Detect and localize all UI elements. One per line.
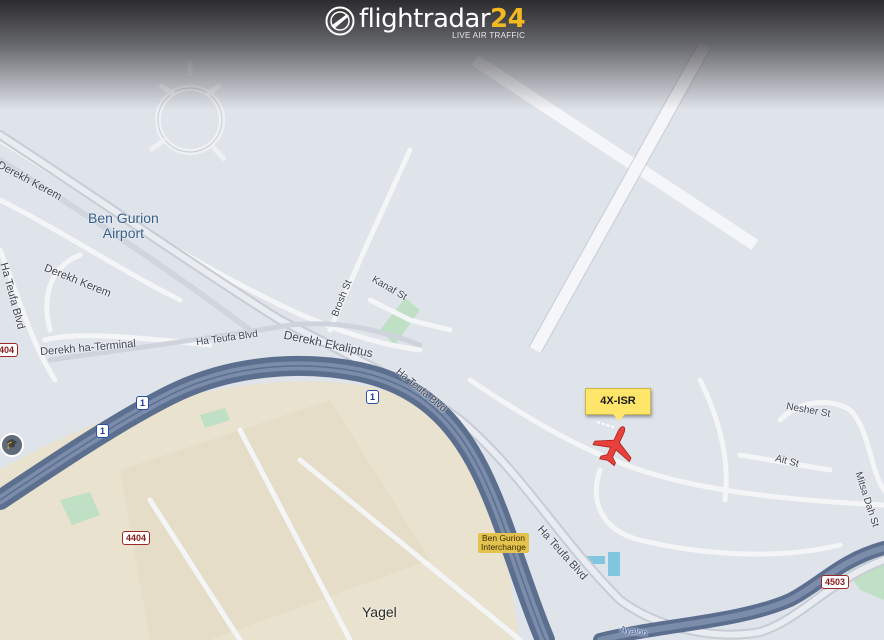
- route-shield-1: 1: [366, 390, 380, 404]
- logo-word: flightradar: [359, 4, 491, 34]
- radar-icon: [325, 6, 355, 36]
- route-shield-4503: 4503: [821, 575, 850, 589]
- logo-number: 24: [490, 4, 526, 34]
- interchange-label[interactable]: Ben Gurion Interchange: [478, 533, 529, 553]
- airport-label-line1: Ben Gurion: [88, 210, 159, 226]
- interchange-label-line2: Interchange: [481, 542, 526, 552]
- flightradar-logo: flightradar24 LIVE AIR TRAFFIC: [325, 4, 526, 46]
- route-shield-1: 1: [96, 424, 110, 438]
- route-shield-1: 1: [136, 396, 150, 410]
- place-label-yagel[interactable]: Yagel: [362, 604, 397, 620]
- aircraft-callsign-label[interactable]: 4X-ISR: [585, 388, 651, 421]
- school-icon[interactable]: 🎓: [0, 433, 24, 457]
- route-shield-4404: 4404: [122, 531, 151, 545]
- airport-label[interactable]: Ben Gurion Airport: [88, 211, 159, 241]
- airport-label-line2: Airport: [102, 225, 145, 241]
- route-shield-4404: 4404: [0, 343, 19, 357]
